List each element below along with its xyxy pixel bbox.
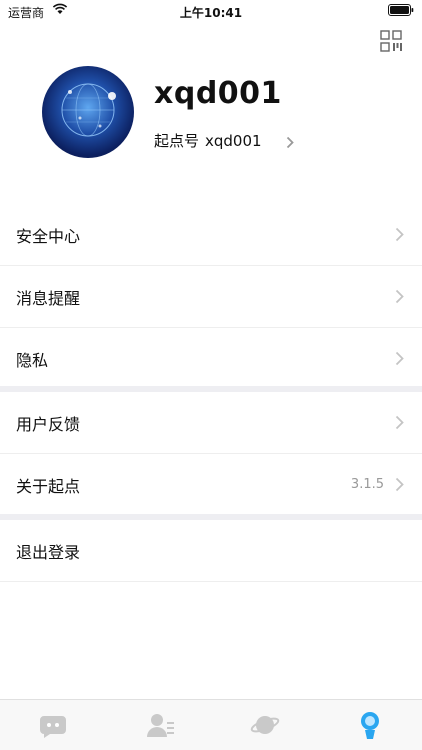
menu-item-label: 消息提醒 [16, 288, 81, 308]
qr-code-icon [380, 30, 402, 52]
menu-item-feedback[interactable]: 用户反馈 [0, 392, 422, 454]
avatar[interactable] [42, 66, 134, 158]
menu-item-label: 用户反馈 [16, 414, 81, 434]
menu-item-about[interactable]: 关于起点 3.1.5 [0, 454, 422, 515]
tab-bar [0, 699, 422, 750]
menu-item-privacy[interactable]: 隐私 [0, 328, 422, 389]
menu-group-about: 用户反馈 关于起点 3.1.5 [0, 392, 422, 515]
menu-item-label: 隐私 [16, 350, 49, 370]
chat-icon [40, 716, 66, 738]
menu-item-notifications[interactable]: 消息提醒 [0, 266, 422, 328]
clock: 上午10:41 [179, 6, 243, 20]
logout-button[interactable]: 退出登录 [0, 520, 422, 582]
account-id-value: xqd001 [205, 132, 262, 150]
profile-icon [361, 712, 379, 739]
tab-messages[interactable] [38, 710, 68, 740]
chevron-right-icon [395, 477, 404, 496]
menu-item-security-center[interactable]: 安全中心 [0, 204, 422, 266]
qr-code-button[interactable] [380, 30, 402, 52]
chevron-right-icon [395, 415, 404, 434]
globe-avatar-image [61, 83, 116, 137]
menu-item-label: 关于起点 [16, 476, 81, 496]
menu-group-account: 安全中心 消息提醒 隐私 [0, 204, 422, 389]
tab-profile[interactable] [355, 710, 385, 740]
tab-discover[interactable] [250, 710, 280, 740]
menu-item-label: 安全中心 [16, 226, 81, 246]
contacts-icon [147, 714, 174, 737]
account-id-row[interactable]: 起点号 xqd001 [154, 130, 262, 150]
account-id-label: 起点号 [154, 132, 200, 150]
chevron-right-icon [395, 227, 404, 246]
chevron-right-icon [395, 351, 404, 370]
username: xqd001 [154, 76, 282, 111]
status-bar: 运营商 上午10:41 [0, 0, 422, 24]
profile-header[interactable]: xqd001 起点号 xqd001 [0, 62, 422, 186]
menu-group-logout: 退出登录 [0, 520, 422, 582]
battery-icon [388, 4, 414, 19]
menu-item-label: 退出登录 [16, 542, 81, 562]
tab-contacts[interactable] [145, 710, 175, 740]
chevron-right-icon [286, 134, 294, 153]
chevron-right-icon [395, 289, 404, 308]
version-number: 3.1.5 [350, 477, 384, 492]
planet-icon [250, 716, 280, 734]
